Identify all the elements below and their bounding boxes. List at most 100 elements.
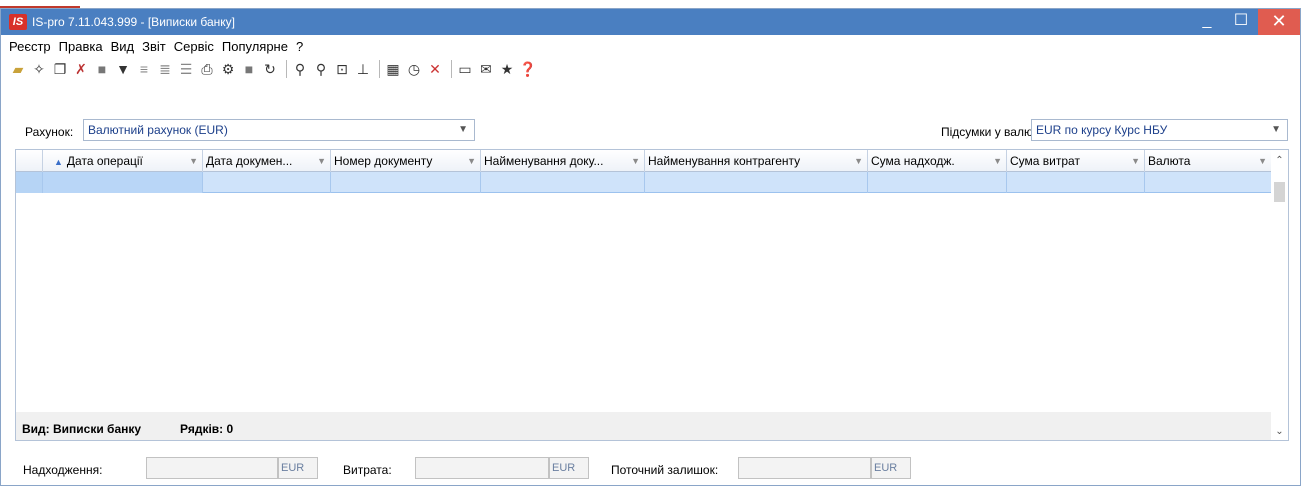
column-header-operation-date[interactable]: ▲ Дата операції ▼: [43, 150, 203, 172]
menu-service[interactable]: Сервіс: [174, 39, 214, 54]
schedule-icon[interactable]: ◷: [405, 60, 423, 78]
chevron-down-icon[interactable]: ▼: [458, 120, 468, 140]
column-filter-icon[interactable]: ▼: [1258, 150, 1267, 172]
operation-date-cell[interactable]: [43, 172, 203, 193]
menu-bar: Реєстр Правка Вид Звіт Сервіс Популярне …: [1, 35, 1300, 57]
print-icon[interactable]: ⎙: [198, 60, 216, 78]
expense-field: [415, 457, 549, 479]
totals-currency-select[interactable]: EUR по курсу Курс НБУ ▼: [1031, 119, 1288, 141]
title-bar[interactable]: IS IS-pro 7.11.043.999 - [Виписки банку]…: [1, 9, 1300, 35]
menu-view[interactable]: Вид: [111, 39, 135, 54]
chevron-down-icon[interactable]: ▼: [1271, 120, 1281, 140]
column-header-counterparty-name[interactable]: Найменування контрагенту ▼: [645, 150, 868, 172]
filter-row: Рахунок: Валютний рахунок (EUR) ▼ Підсум…: [1, 119, 1300, 143]
favorite-icon[interactable]: ★: [498, 60, 516, 78]
account-label: Рахунок:: [25, 125, 74, 139]
column-header-document-number[interactable]: Номер документу ▼: [331, 150, 481, 172]
summary-row: Надходження: EUR Витрата: EUR Поточний з…: [1, 457, 1300, 481]
filter-icon[interactable]: ▼: [114, 60, 132, 78]
block-icon[interactable]: ■: [93, 60, 111, 78]
balance-label: Поточний залишок:: [611, 463, 719, 477]
income-label: Надходження:: [23, 463, 103, 477]
search-icon[interactable]: ⚲: [291, 60, 309, 78]
column-filter-icon[interactable]: ▼: [317, 150, 326, 172]
tree-icon[interactable]: ⊥: [354, 60, 372, 78]
main-window: IS IS-pro 7.11.043.999 - [Виписки банку]…: [0, 8, 1301, 486]
currency-cell[interactable]: [1145, 172, 1272, 193]
counterparty-name-cell[interactable]: [645, 172, 868, 193]
view-name-label: Вид: Виписки банку: [22, 422, 142, 436]
menu-registry[interactable]: Реєстр: [9, 39, 51, 54]
find-next-icon[interactable]: ⚲: [312, 60, 330, 78]
column-header-document-name[interactable]: Найменування доку... ▼: [481, 150, 645, 172]
grid-header: ▲ Дата операції ▼ Дата докумен... ▼ Номер…: [16, 150, 1272, 172]
expense-sum-cell[interactable]: [1007, 172, 1145, 193]
income-field: [146, 457, 278, 479]
new-document-icon[interactable]: ✧: [30, 60, 48, 78]
balance-currency: EUR: [871, 457, 911, 479]
column-header-income-sum[interactable]: Сума надходж. ▼: [868, 150, 1007, 172]
grid-footer: Вид: Виписки банку Рядків: 0: [16, 412, 1272, 440]
background-window-strip: [0, 0, 1301, 8]
vertical-scrollbar[interactable]: ⌃ ⌄: [1271, 150, 1288, 440]
document-name-cell[interactable]: [481, 172, 645, 193]
row-count-label: Рядків: 0: [180, 422, 234, 436]
scroll-thumb[interactable]: [1274, 182, 1285, 202]
open-folder-icon[interactable]: ▰: [9, 60, 27, 78]
toolbar: ▰ ✧ ❐ ✗ ■ ▼ ≡ ≣ ☰ ⎙ ⚙ ■ ↻ ⚲ ⚲ ⊡ ⊥ ▦ ◷ ✕ …: [1, 57, 1300, 81]
mail-icon[interactable]: ✉: [477, 60, 495, 78]
column-filter-icon[interactable]: ▼: [631, 150, 640, 172]
distribute-icon[interactable]: ☰: [177, 60, 195, 78]
minimize-button[interactable]: _: [1190, 9, 1224, 35]
toolbar-separator: [379, 60, 380, 78]
scroll-down-icon[interactable]: ⌄: [1271, 423, 1288, 440]
table-row[interactable]: [16, 172, 1272, 193]
window-icon[interactable]: ▭: [456, 60, 474, 78]
document-date-cell[interactable]: [203, 172, 331, 193]
row-indicator-cell[interactable]: [16, 172, 43, 193]
row-indicator-header: [16, 150, 43, 172]
split-icon[interactable]: ≡: [135, 60, 153, 78]
column-filter-icon[interactable]: ▼: [854, 150, 863, 172]
scroll-up-icon[interactable]: ⌃: [1271, 152, 1288, 169]
stamp-icon[interactable]: ■: [240, 60, 258, 78]
locate-icon[interactable]: ⊡: [333, 60, 351, 78]
balance-field: [738, 457, 871, 479]
account-select-value: Валютний рахунок (EUR): [88, 123, 228, 137]
toolbar-separator: [286, 60, 287, 78]
menu-popular[interactable]: Популярне: [222, 39, 288, 54]
copy-document-icon[interactable]: ❐: [51, 60, 69, 78]
attach-icon[interactable]: ⚙: [219, 60, 237, 78]
totals-currency-label: Підсумки у валюті:: [941, 125, 1045, 139]
column-header-expense-sum[interactable]: Сума витрат ▼: [1007, 150, 1145, 172]
delete-document-icon[interactable]: ✗: [72, 60, 90, 78]
document-number-cell[interactable]: [331, 172, 481, 193]
clear-filter-icon[interactable]: ✕: [426, 60, 444, 78]
refresh-icon[interactable]: ↻: [261, 60, 279, 78]
menu-report[interactable]: Звіт: [142, 39, 166, 54]
statements-grid[interactable]: ▲ Дата операції ▼ Дата докумен... ▼ Номер…: [15, 149, 1289, 441]
expense-currency: EUR: [549, 457, 589, 479]
help-icon[interactable]: ❓: [519, 60, 537, 78]
totals-currency-value: EUR по курсу Курс НБУ: [1036, 123, 1168, 137]
menu-help[interactable]: ?: [296, 39, 303, 54]
close-button[interactable]: ✕: [1258, 9, 1300, 35]
toolbar-separator: [451, 60, 452, 78]
menu-edit[interactable]: Правка: [59, 39, 103, 54]
expense-label: Витрата:: [343, 463, 392, 477]
income-sum-cell[interactable]: [868, 172, 1007, 193]
column-filter-icon[interactable]: ▼: [1131, 150, 1140, 172]
column-header-currency[interactable]: Валюта ▼: [1145, 150, 1272, 172]
column-header-document-date[interactable]: Дата докумен... ▼: [203, 150, 331, 172]
income-currency: EUR: [278, 457, 318, 479]
maximize-button[interactable]: ☐: [1224, 9, 1258, 35]
sort-ascending-icon: ▲: [54, 157, 63, 167]
column-filter-icon[interactable]: ▼: [189, 150, 198, 172]
merge-icon[interactable]: ≣: [156, 60, 174, 78]
column-filter-icon[interactable]: ▼: [993, 150, 1002, 172]
app-logo-icon: IS: [9, 14, 27, 30]
column-filter-icon[interactable]: ▼: [467, 150, 476, 172]
account-select[interactable]: Валютний рахунок (EUR) ▼: [83, 119, 475, 141]
table-icon[interactable]: ▦: [384, 60, 402, 78]
window-title: IS-pro 7.11.043.999 - [Виписки банку]: [32, 15, 235, 29]
